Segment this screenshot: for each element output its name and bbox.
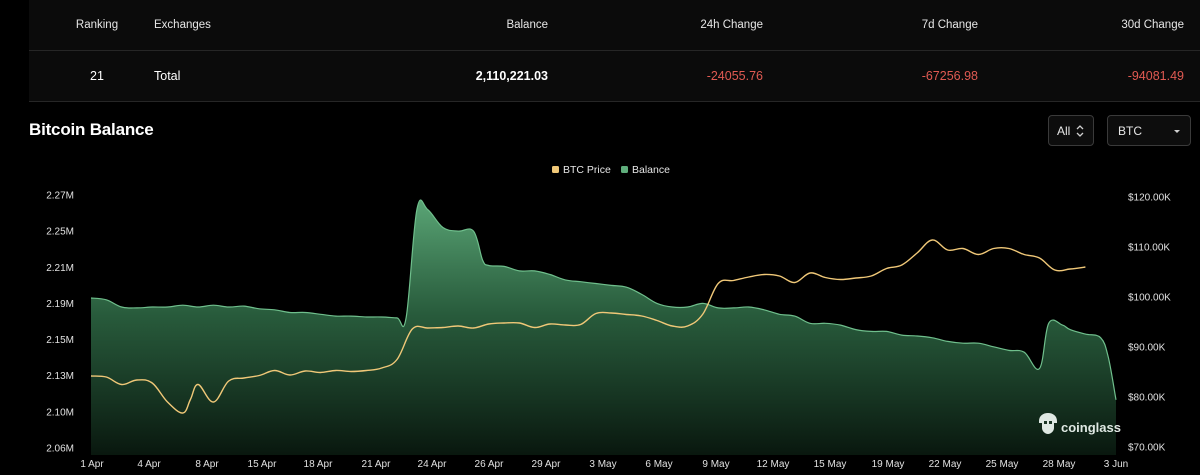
balance-area[interactable]	[91, 200, 1116, 455]
x-tick-label: 9 May	[702, 459, 729, 470]
table-row[interactable]: 21 Total 2,110,221.03 -24055.76 -67256.9…	[29, 51, 1200, 102]
x-tick-label: 1 Apr	[80, 459, 104, 470]
legend-item-balance[interactable]: Balance	[621, 164, 670, 176]
y-right-tick-label: $100.00K	[1128, 293, 1171, 304]
row-balance: 2,110,221.03	[475, 69, 548, 83]
x-tick-label: 3 Jun	[1104, 459, 1128, 470]
legend-swatch-balance	[621, 166, 628, 173]
x-tick-label: 6 May	[645, 459, 672, 470]
header-balance[interactable]: Balance	[506, 0, 548, 50]
y-left-tick-label: 2.10M	[46, 407, 74, 418]
x-tick-label: 15 May	[814, 459, 847, 470]
range-select[interactable]: All	[1048, 115, 1094, 146]
x-tick-label: 19 May	[872, 459, 905, 470]
x-axis: 1 Apr 4 Apr 8 Apr 15 Apr 18 Apr 21 Apr 24 Apr 2…	[80, 459, 1128, 470]
row-ranking: 21	[90, 69, 104, 83]
legend-label-btc-price: BTC Price	[563, 164, 611, 176]
legend-item-btc-price[interactable]: BTC Price	[552, 164, 611, 176]
y-right-tick-label: $80.00K	[1128, 393, 1166, 404]
x-tick-label: 21 Apr	[362, 459, 392, 470]
legend-swatch-btc-price	[552, 166, 559, 173]
unit-select-value: BTC	[1118, 123, 1142, 138]
updown-chevron-icon	[1076, 125, 1084, 137]
unit-select[interactable]: BTC	[1107, 115, 1191, 146]
caret-down-icon	[1174, 130, 1180, 133]
header-30d-change[interactable]: 30d Change	[1121, 0, 1184, 50]
y-right-tick-label: $90.00K	[1128, 343, 1166, 354]
section-title: Bitcoin Balance	[29, 120, 154, 139]
y-left-tick-label: 2.27M	[46, 191, 74, 202]
row-30d-change: -94081.49	[1127, 69, 1184, 83]
x-tick-label: 29 Apr	[532, 459, 562, 470]
x-tick-label: 22 May	[929, 459, 962, 470]
y-left-tick-label: 2.15M	[46, 335, 74, 346]
legend-label-balance: Balance	[632, 164, 670, 176]
header-7d-change[interactable]: 7d Change	[922, 0, 978, 50]
y-right-tick-label: $120.00K	[1128, 193, 1171, 204]
x-tick-label: 18 Apr	[304, 459, 334, 470]
bitcoin-balance-chart[interactable]: BTC Price Balance 2.27M2.25M2.21M2.19M2.…	[0, 155, 1200, 475]
x-tick-label: 15 Apr	[248, 459, 278, 470]
y-left-tick-label: 2.06M	[46, 444, 74, 455]
x-tick-label: 12 May	[757, 459, 790, 470]
y-left-tick-label: 2.19M	[46, 299, 74, 310]
y-axis-right: $120.00K $110.00K $100.00K $90.00K $80.00K $7…	[1128, 193, 1171, 454]
chart-legend: BTC Price Balance	[552, 164, 670, 176]
row-exchange: Total	[154, 69, 181, 83]
y-axis-left: 2.27M 2.25M 2.21M 2.19M 2.15M 2.13M 2.10M 2.06M	[46, 191, 74, 455]
watermark-text: coinglass	[1061, 420, 1121, 435]
x-tick-label: 8 Apr	[195, 459, 219, 470]
row-7d-change: -67256.98	[921, 69, 978, 83]
y-left-tick-label: 2.21M	[46, 263, 74, 274]
y-right-tick-label: $70.00K	[1128, 443, 1166, 454]
x-tick-label: 4 Apr	[137, 459, 161, 470]
y-left-tick-label: 2.25M	[46, 227, 74, 238]
x-tick-label: 26 Apr	[475, 459, 505, 470]
x-tick-label: 3 May	[589, 459, 616, 470]
x-tick-label: 28 May	[1043, 459, 1076, 470]
x-tick-label: 24 Apr	[418, 459, 448, 470]
row-24h-change: -24055.76	[706, 69, 763, 83]
header-exchanges[interactable]: Exchanges	[154, 0, 211, 50]
y-left-tick-label: 2.13M	[46, 371, 74, 382]
header-ranking[interactable]: Ranking	[29, 0, 165, 50]
x-tick-label: 25 May	[986, 459, 1019, 470]
range-select-value: All	[1057, 123, 1071, 138]
header-24h-change[interactable]: 24h Change	[700, 0, 763, 50]
exchange-balance-table: Ranking Exchanges Balance 24h Change 7d …	[29, 0, 1200, 102]
y-right-tick-label: $110.00K	[1128, 243, 1170, 254]
table-header-row: Ranking Exchanges Balance 24h Change 7d …	[29, 0, 1200, 51]
